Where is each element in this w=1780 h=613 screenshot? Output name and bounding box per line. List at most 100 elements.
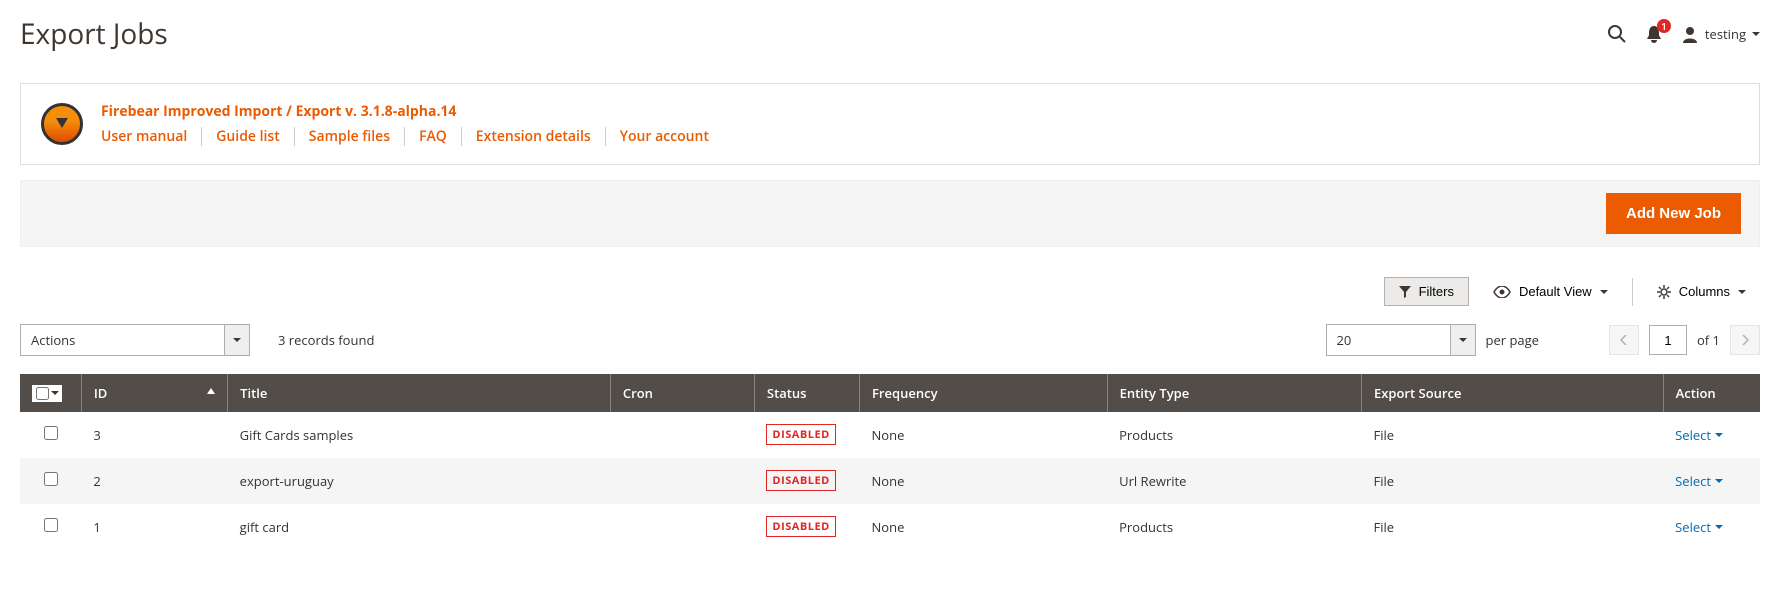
per-page-toggle[interactable] xyxy=(1450,324,1476,356)
chevron-down-icon xyxy=(1715,431,1723,439)
link-user-manual[interactable]: User manual xyxy=(101,127,202,146)
banner-text: Firebear Improved Import / Export v. 3.1… xyxy=(101,102,723,146)
cell-title: export-uruguay xyxy=(228,458,611,504)
cell-id: 3 xyxy=(81,412,227,458)
cell-cron xyxy=(610,412,754,458)
col-title[interactable]: Title xyxy=(228,374,611,412)
row-action-select[interactable]: Select xyxy=(1675,426,1748,444)
col-select-all[interactable] xyxy=(20,374,81,412)
page-total-label: of 1 xyxy=(1697,331,1720,349)
user-icon xyxy=(1681,25,1699,43)
page-number-input[interactable] xyxy=(1649,325,1687,355)
filters-label: Filters xyxy=(1419,284,1454,299)
cell-action: Select xyxy=(1663,504,1760,550)
cell-entity-type: Url Rewrite xyxy=(1107,458,1361,504)
per-page-select[interactable]: 20 xyxy=(1326,324,1476,356)
cell-entity-type: Products xyxy=(1107,504,1361,550)
action-bar: Add New Job xyxy=(20,180,1760,247)
grid-toolbar-mid: Actions 3 records found 20 per page of 1 xyxy=(20,324,1760,356)
toolbar-divider xyxy=(1632,278,1633,306)
chevron-down-icon xyxy=(1715,523,1723,531)
link-your-account[interactable]: Your account xyxy=(606,127,723,146)
link-extension-details[interactable]: Extension details xyxy=(462,127,606,146)
cell-action: Select xyxy=(1663,412,1760,458)
notifications-icon[interactable]: 1 xyxy=(1645,25,1663,43)
filters-button[interactable]: Filters xyxy=(1384,277,1469,306)
col-frequency[interactable]: Frequency xyxy=(859,374,1107,412)
row-checkbox[interactable] xyxy=(44,426,58,440)
gear-icon xyxy=(1657,285,1671,299)
col-action[interactable]: Action xyxy=(1663,374,1760,412)
cell-cron xyxy=(610,504,754,550)
toolbar-left: Actions 3 records found xyxy=(20,324,374,356)
cell-title: Gift Cards samples xyxy=(228,412,611,458)
row-action-label: Select xyxy=(1675,518,1711,536)
cell-status: DISABLED xyxy=(754,504,859,550)
cell-entity-type: Products xyxy=(1107,412,1361,458)
row-checkbox[interactable] xyxy=(44,518,58,532)
status-badge: DISABLED xyxy=(766,516,835,537)
row-checkbox[interactable] xyxy=(44,472,58,486)
eye-icon xyxy=(1493,286,1511,298)
col-export-source[interactable]: Export Source xyxy=(1361,374,1663,412)
jobs-grid: ID Title Cron Status Frequency Entity Ty… xyxy=(20,374,1760,550)
product-banner: Firebear Improved Import / Export v. 3.1… xyxy=(20,83,1760,165)
chevron-down-icon xyxy=(51,389,59,397)
table-row: 1 gift card DISABLED None Products File … xyxy=(20,504,1760,550)
header-actions: 1 testing xyxy=(1607,24,1760,44)
banner-title: Firebear Improved Import / Export v. 3.1… xyxy=(101,102,723,121)
pager-next-button[interactable] xyxy=(1730,325,1760,355)
col-id-label: ID xyxy=(94,384,108,402)
cell-status: DISABLED xyxy=(754,412,859,458)
row-action-select[interactable]: Select xyxy=(1675,472,1748,490)
cell-frequency: None xyxy=(859,504,1107,550)
link-faq[interactable]: FAQ xyxy=(405,127,462,146)
select-all-checkbox[interactable] xyxy=(36,387,49,400)
row-action-label: Select xyxy=(1675,426,1711,444)
cell-export-source: File xyxy=(1361,458,1663,504)
row-checkbox-cell xyxy=(20,504,81,550)
cell-id: 1 xyxy=(81,504,227,550)
cell-action: Select xyxy=(1663,458,1760,504)
page-title: Export Jobs xyxy=(20,15,168,53)
chevron-down-icon xyxy=(1715,477,1723,485)
columns-label: Columns xyxy=(1679,284,1730,299)
col-status[interactable]: Status xyxy=(754,374,859,412)
pager-prev-button[interactable] xyxy=(1609,325,1639,355)
table-row: 3 Gift Cards samples DISABLED None Produ… xyxy=(20,412,1760,458)
row-action-label: Select xyxy=(1675,472,1711,490)
chevron-down-icon xyxy=(1738,288,1746,296)
link-sample-files[interactable]: Sample files xyxy=(295,127,405,146)
default-view-label: Default View xyxy=(1519,284,1592,299)
row-checkbox-cell xyxy=(20,458,81,504)
chevron-down-icon xyxy=(233,336,241,344)
columns-button[interactable]: Columns xyxy=(1643,278,1760,305)
banner-links: User manual Guide list Sample files FAQ … xyxy=(101,127,723,146)
funnel-icon xyxy=(1399,286,1411,298)
col-id[interactable]: ID xyxy=(81,374,227,412)
col-entity-type[interactable]: Entity Type xyxy=(1107,374,1361,412)
cell-status: DISABLED xyxy=(754,458,859,504)
default-view-button[interactable]: Default View xyxy=(1479,278,1622,305)
add-new-job-button[interactable]: Add New Job xyxy=(1606,193,1741,234)
mass-actions-select[interactable]: Actions xyxy=(20,324,250,356)
row-checkbox-cell xyxy=(20,412,81,458)
chevron-left-icon xyxy=(1620,335,1628,345)
user-menu[interactable]: testing xyxy=(1681,25,1760,43)
row-action-select[interactable]: Select xyxy=(1675,518,1748,536)
cell-title: gift card xyxy=(228,504,611,550)
col-cron[interactable]: Cron xyxy=(610,374,754,412)
link-guide-list[interactable]: Guide list xyxy=(202,127,295,146)
chevron-down-icon xyxy=(1459,336,1467,344)
chevron-right-icon xyxy=(1741,335,1749,345)
per-page-label: per page xyxy=(1486,331,1539,349)
mass-actions-toggle[interactable] xyxy=(224,324,250,356)
notification-count: 1 xyxy=(1657,19,1671,33)
mass-actions-label: Actions xyxy=(20,324,224,356)
cell-export-source: File xyxy=(1361,412,1663,458)
firebear-logo-icon xyxy=(41,103,83,145)
records-found: 3 records found xyxy=(278,331,374,349)
search-icon[interactable] xyxy=(1607,24,1627,44)
cell-cron xyxy=(610,458,754,504)
status-badge: DISABLED xyxy=(766,470,835,491)
